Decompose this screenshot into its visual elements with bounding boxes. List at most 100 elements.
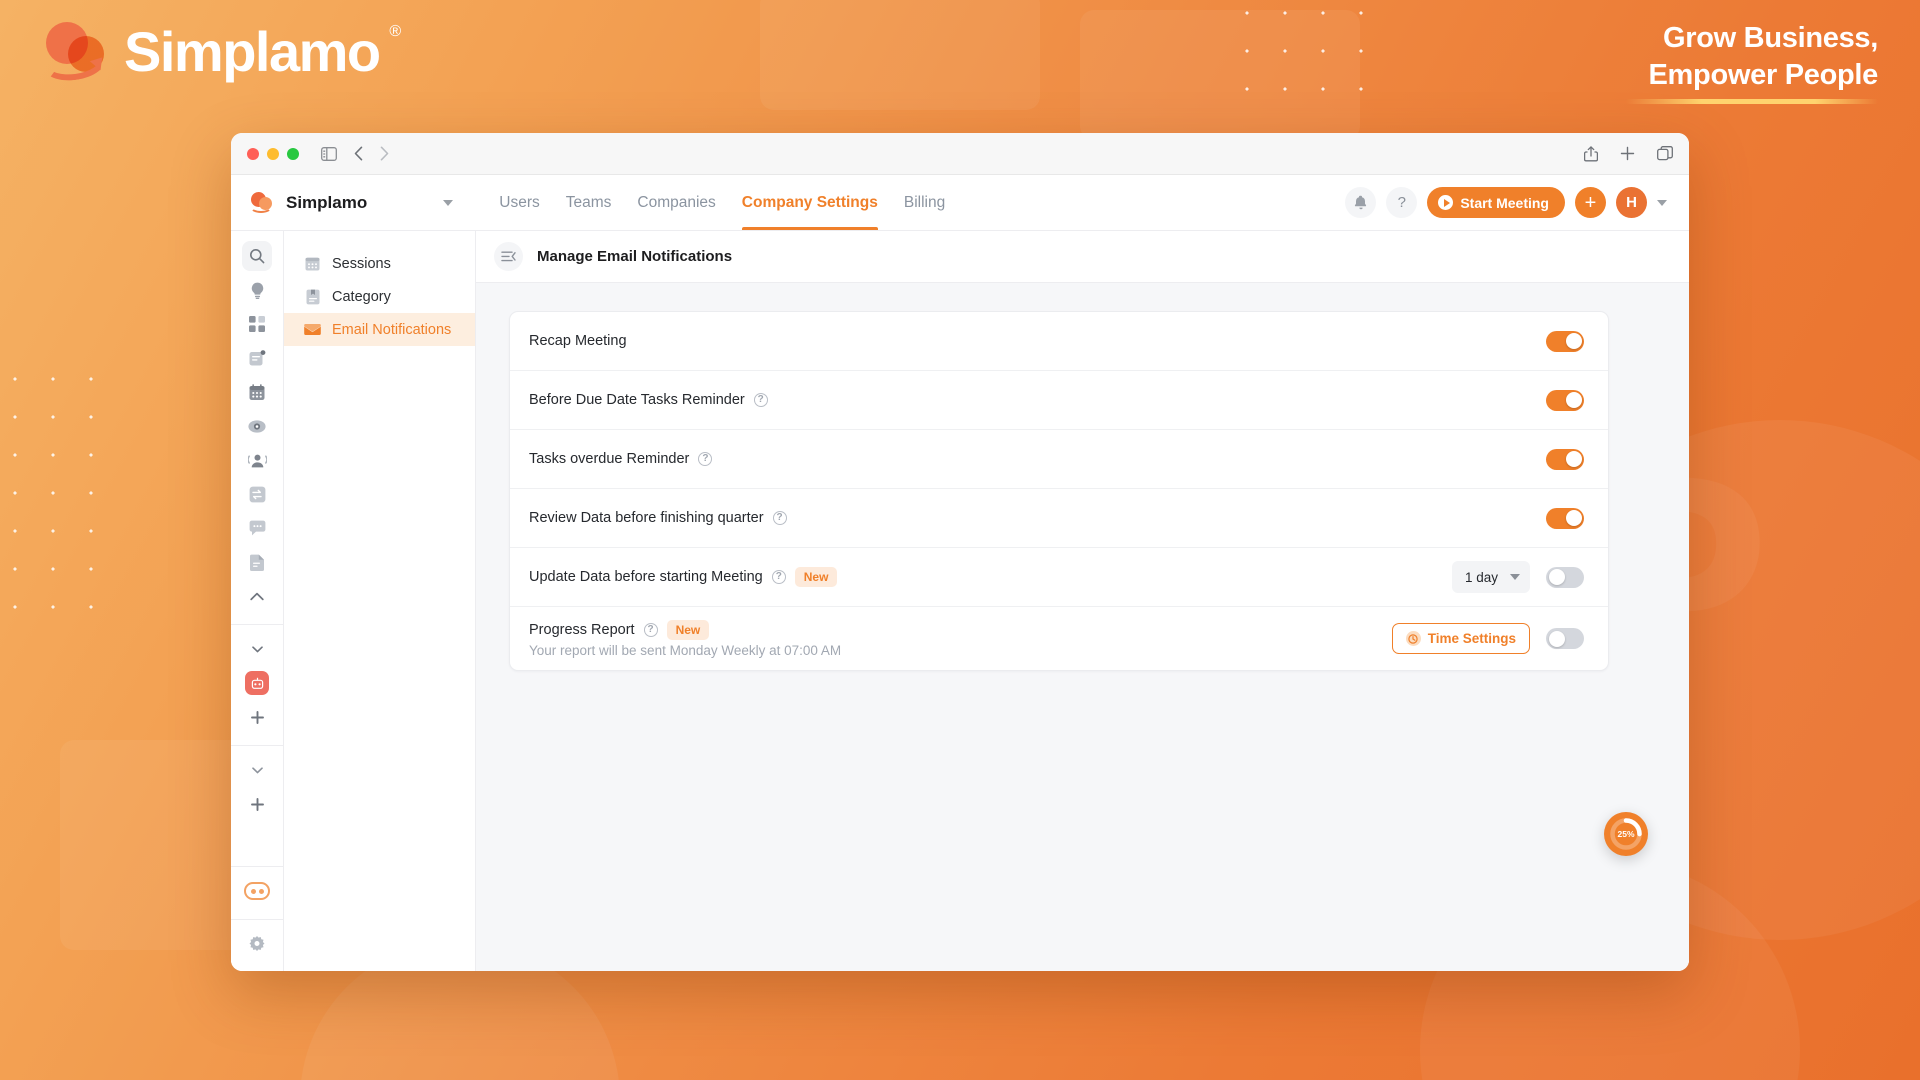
window-controls[interactable] bbox=[247, 147, 299, 160]
rail-divider bbox=[231, 919, 283, 920]
workspace-chevron-down-icon[interactable] bbox=[443, 199, 454, 206]
row-label: Before Due Date Tasks Reminder bbox=[529, 392, 745, 408]
group-b-chevron-down-icon[interactable] bbox=[242, 755, 272, 785]
content-panel: Manage Email Notifications Recap Meeting bbox=[476, 231, 1689, 971]
search-icon[interactable] bbox=[242, 241, 272, 271]
onboarding-progress-button[interactable]: 25% bbox=[1604, 812, 1648, 856]
table-row: Before Due Date Tasks Reminder ? bbox=[510, 371, 1608, 430]
table-row: Progress Report ? New Your report will b… bbox=[510, 607, 1608, 670]
lightbulb-icon[interactable] bbox=[242, 275, 272, 305]
row-label: Tasks overdue Reminder bbox=[529, 451, 690, 467]
start-meeting-button[interactable]: Start Meeting bbox=[1427, 187, 1565, 218]
people-icon[interactable] bbox=[242, 445, 272, 475]
document-icon[interactable] bbox=[242, 547, 272, 577]
nav-item-company-settings[interactable]: Company Settings bbox=[741, 175, 878, 230]
sidebar-item-email-notifications[interactable]: Email Notifications bbox=[284, 313, 475, 346]
update-data-interval-select[interactable]: 1 day bbox=[1451, 561, 1530, 593]
brand-wordmark: Simplamo ® bbox=[124, 19, 401, 84]
tagline-underline bbox=[1626, 99, 1878, 105]
help-circle-icon[interactable]: ? bbox=[772, 511, 787, 525]
help-circle-icon[interactable]: ? bbox=[771, 570, 786, 584]
tab-overview-icon[interactable] bbox=[1657, 146, 1673, 161]
row-subtitle: Your report will be sent Monday Weekly a… bbox=[529, 642, 842, 658]
tagline: Grow Business, Empower People bbox=[1626, 20, 1878, 105]
add-button[interactable]: + bbox=[1575, 187, 1606, 218]
table-row: Review Data before finishing quarter ? bbox=[510, 489, 1608, 548]
rail-divider bbox=[231, 866, 283, 867]
toggle-update-data-before-starting-meeting[interactable] bbox=[1546, 566, 1584, 588]
sidebar-item-sessions[interactable]: Sessions bbox=[284, 247, 475, 280]
minimize-window-button[interactable] bbox=[267, 147, 279, 160]
table-row: Recap Meeting bbox=[510, 312, 1608, 371]
bookmark-doc-icon bbox=[304, 288, 321, 305]
brand-logo: Simplamo ® bbox=[38, 18, 401, 85]
simplamo-mark-icon bbox=[38, 18, 110, 85]
row-label: Recap Meeting bbox=[529, 333, 627, 349]
sidebar-item-label: Sessions bbox=[332, 255, 391, 272]
target-icon[interactable] bbox=[242, 411, 272, 441]
help-circle-icon[interactable]: ? bbox=[643, 622, 658, 637]
help-circle-icon[interactable]: ? bbox=[753, 393, 768, 407]
new-tab-icon[interactable] bbox=[1620, 146, 1635, 161]
progress-label: 25% bbox=[1617, 829, 1635, 839]
sidebar-toggle-icon[interactable] bbox=[321, 146, 337, 161]
brand-name: Simplamo bbox=[124, 19, 381, 83]
group-b-plus-icon[interactable] bbox=[242, 789, 272, 819]
nav-item-billing[interactable]: Billing bbox=[904, 175, 945, 230]
toggle-recap-meeting[interactable] bbox=[1546, 330, 1584, 352]
rail-divider bbox=[231, 624, 283, 625]
workspace-name: Simplamo bbox=[286, 192, 368, 212]
icon-rail bbox=[231, 231, 284, 971]
table-row: Update Data before starting Meeting ? Ne… bbox=[510, 548, 1608, 607]
settings-subnav: Sessions Category Email Notifications bbox=[284, 231, 476, 971]
share-icon[interactable] bbox=[1584, 145, 1598, 162]
notes-icon[interactable] bbox=[242, 343, 272, 373]
decorative-card bbox=[760, 0, 1040, 110]
account-chevron-down-icon[interactable] bbox=[1657, 199, 1667, 206]
toggle-review-data-before-finishing-quarter[interactable] bbox=[1546, 507, 1584, 529]
select-value: 1 day bbox=[1464, 569, 1498, 585]
dot-pattern bbox=[0, 360, 96, 620]
start-meeting-label: Start Meeting bbox=[1460, 194, 1549, 211]
grid-icon[interactable] bbox=[242, 309, 272, 339]
robot-badge-icon[interactable] bbox=[242, 668, 272, 698]
content-header: Manage Email Notifications bbox=[476, 231, 1689, 283]
maximize-window-button[interactable] bbox=[287, 147, 299, 160]
nav-item-users[interactable]: Users bbox=[499, 175, 539, 230]
registered-mark: ® bbox=[389, 22, 401, 40]
group-a-chevron-down-icon[interactable] bbox=[242, 634, 272, 664]
browser-window: Simplamo Users Teams Companies Company S… bbox=[231, 133, 1689, 971]
dot-pattern bbox=[1228, 0, 1368, 94]
main-nav: Users Teams Companies Company Settings B… bbox=[499, 175, 945, 230]
email-notifications-card: Recap Meeting Before Due Date Tasks Remi… bbox=[509, 311, 1609, 671]
forward-icon[interactable] bbox=[380, 146, 389, 161]
row-label: Update Data before starting Meeting bbox=[529, 569, 763, 585]
row-label: Progress Report bbox=[529, 621, 635, 638]
nav-item-companies[interactable]: Companies bbox=[637, 175, 715, 230]
bell-icon[interactable] bbox=[1345, 187, 1377, 218]
eyes-icon[interactable] bbox=[242, 876, 272, 906]
toggle-before-due-date-tasks-reminder[interactable] bbox=[1546, 389, 1584, 411]
group-a-plus-icon[interactable] bbox=[242, 702, 272, 732]
help-circle-icon[interactable]: ? bbox=[698, 452, 713, 466]
time-settings-button[interactable]: Time Settings bbox=[1391, 623, 1530, 654]
browser-titlebar bbox=[231, 133, 1689, 175]
app-logo-icon[interactable] bbox=[249, 191, 275, 215]
back-icon[interactable] bbox=[354, 146, 363, 161]
avatar[interactable]: H bbox=[1616, 187, 1647, 218]
compare-icon[interactable] bbox=[242, 479, 272, 509]
status-badge: New bbox=[794, 567, 838, 587]
help-button[interactable]: ? bbox=[1386, 187, 1418, 218]
collapse-panel-icon[interactable] bbox=[494, 242, 523, 271]
gear-icon[interactable] bbox=[242, 929, 272, 959]
sidebar-item-category[interactable]: Category bbox=[284, 280, 475, 313]
nav-item-teams[interactable]: Teams bbox=[566, 175, 612, 230]
toggle-progress-report[interactable] bbox=[1546, 628, 1584, 649]
calendar-icon[interactable] bbox=[242, 377, 272, 407]
time-settings-label: Time Settings bbox=[1427, 631, 1516, 646]
page-title: Manage Email Notifications bbox=[537, 248, 733, 265]
toggle-tasks-overdue-reminder[interactable] bbox=[1546, 448, 1584, 470]
close-window-button[interactable] bbox=[247, 147, 259, 160]
chevron-up-icon[interactable] bbox=[242, 581, 272, 611]
chat-icon[interactable] bbox=[242, 513, 272, 543]
